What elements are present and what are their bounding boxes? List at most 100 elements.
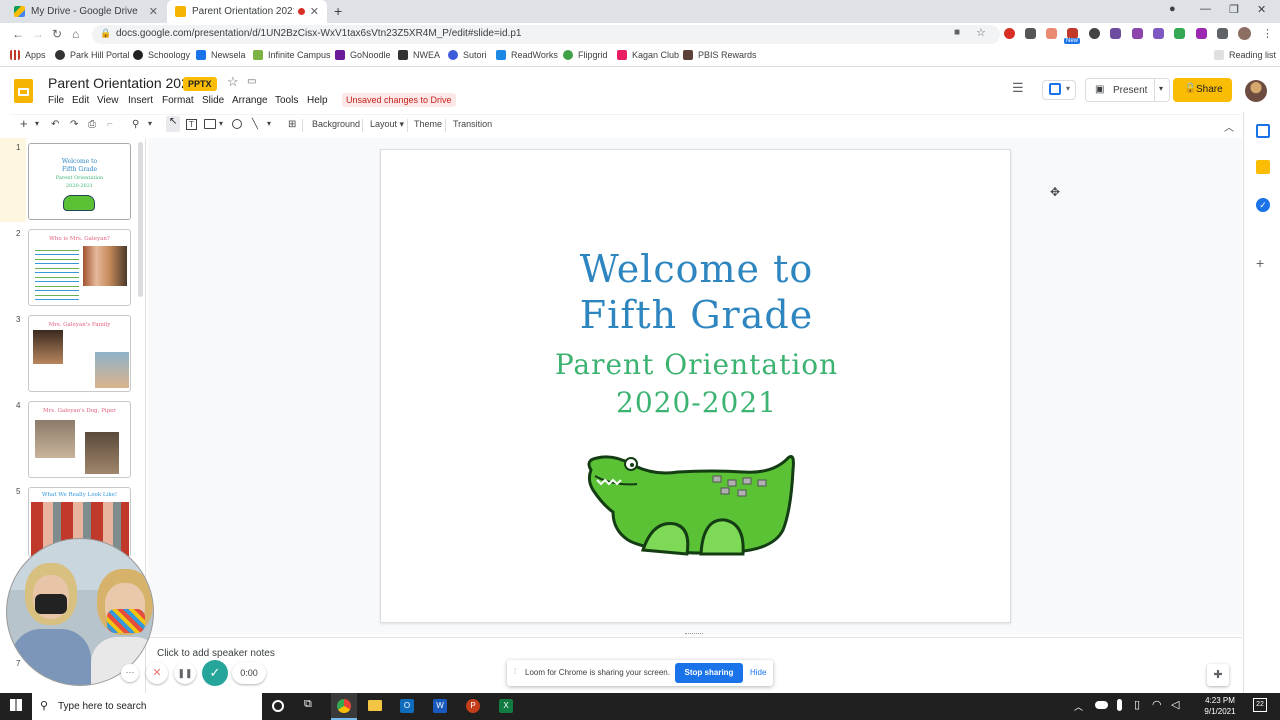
menu-help[interactable]: Help — [307, 95, 328, 106]
forward-icon[interactable]: → — [32, 27, 44, 41]
bookmark-infinite-campus[interactable]: Infinite Campus — [253, 50, 331, 60]
menu-format[interactable]: Format — [162, 95, 194, 106]
share-button[interactable]: 🔒 Share — [1173, 78, 1232, 102]
bookmark-schoology[interactable]: Schoology — [133, 50, 190, 60]
task-view-icon[interactable]: ⧉ — [304, 698, 312, 711]
microphone-icon[interactable] — [1117, 699, 1122, 711]
zoom-icon[interactable]: ⚲ — [132, 119, 139, 130]
cortana-icon[interactable] — [272, 700, 284, 712]
bookmark-nwea[interactable]: NWEA — [398, 50, 440, 60]
redo-icon[interactable]: ↷ — [70, 119, 78, 130]
extension-icon[interactable] — [1132, 28, 1143, 39]
bookmark-pbis[interactable]: PBIS Rewards — [683, 50, 757, 60]
slide-thumbnail-1[interactable]: Welcome to Fifth Grade Parent Orientatio… — [28, 143, 131, 220]
menu-tools[interactable]: Tools — [275, 95, 298, 106]
keep-icon[interactable] — [1256, 160, 1270, 174]
explore-icon[interactable]: ✚ — [1207, 664, 1229, 686]
bookmark-readworks[interactable]: ReadWorks — [496, 50, 558, 60]
volume-icon[interactable]: ◁ — [1171, 698, 1179, 711]
text-box-icon[interactable]: T — [186, 119, 197, 130]
document-title[interactable]: Parent Orientation 2021 — [48, 75, 197, 91]
extension-icon[interactable] — [1089, 28, 1100, 39]
minimize-icon[interactable]: — — [1200, 3, 1211, 15]
more-menu-icon[interactable]: ⋮ — [1262, 27, 1273, 40]
word-icon[interactable]: W — [433, 699, 447, 713]
meet-button[interactable]: ▾ — [1042, 80, 1076, 100]
slide-thumbnail-3[interactable]: Mrs. Galeyan's Family — [28, 315, 131, 392]
extension-icon[interactable] — [1110, 28, 1121, 39]
theme-button[interactable]: Theme — [414, 119, 442, 129]
bookmark-kagan[interactable]: Kagan Club — [617, 50, 679, 60]
paint-format-icon[interactable]: ⌐ — [107, 119, 113, 130]
extension-icon[interactable] — [1025, 28, 1036, 39]
bookmark-sutori[interactable]: Sutori — [448, 50, 487, 60]
stop-sharing-button[interactable]: Stop sharing — [675, 663, 743, 683]
tab-my-drive[interactable]: My Drive - Google Drive ✕ — [6, 0, 166, 23]
move-folder-icon[interactable]: ▭ — [247, 76, 256, 87]
chevron-down-icon[interactable]: ▾ — [1154, 79, 1163, 101]
tab-parent-orientation[interactable]: Parent Orientation 2021.pptx ✕ — [167, 0, 327, 23]
profile-avatar[interactable] — [1238, 27, 1251, 40]
chevron-down-icon[interactable]: ▾ — [267, 119, 271, 128]
clock[interactable]: 4:23 PM 9/1/2021 — [1196, 695, 1244, 717]
bookmark-park-hill[interactable]: Park Hill Portal — [55, 50, 130, 60]
image-icon[interactable] — [204, 119, 216, 129]
tasks-icon[interactable]: ✓ — [1256, 198, 1270, 212]
menu-view[interactable]: View — [97, 95, 119, 106]
chevron-down-icon[interactable]: ▾ — [148, 119, 152, 128]
taskbar-search-box[interactable]: ⚲ Type here to search — [32, 693, 262, 720]
notification-center-icon[interactable]: 22 — [1253, 698, 1267, 712]
loom-finish-icon[interactable]: ✓ — [202, 660, 228, 686]
windows-start-icon[interactable] — [10, 699, 22, 711]
line-icon[interactable]: ╲ — [252, 119, 258, 130]
tab-search-icon[interactable]: ● — [1169, 3, 1176, 15]
extension-icon[interactable] — [1004, 28, 1015, 39]
new-slide-icon[interactable]: + — [20, 116, 28, 131]
user-avatar[interactable] — [1245, 80, 1267, 102]
menu-insert[interactable]: Insert — [128, 95, 153, 106]
shape-icon[interactable] — [232, 119, 242, 129]
taskbar-chrome[interactable] — [331, 693, 357, 720]
file-explorer-icon[interactable] — [368, 700, 382, 711]
reload-icon[interactable]: ↻ — [52, 27, 62, 41]
reading-list[interactable]: Reading list — [1214, 50, 1276, 60]
bookmark-flipgrid[interactable]: Flipgrid — [563, 50, 608, 60]
bookmark-apps[interactable]: Apps — [10, 50, 46, 60]
layout-button[interactable]: Layout ▾ — [370, 119, 404, 130]
bookmark-gonoodle[interactable]: GoNoodle — [335, 50, 391, 60]
comments-icon[interactable]: ☰ — [1012, 80, 1024, 96]
outlook-icon[interactable]: O — [400, 699, 414, 713]
loom-cancel-icon[interactable]: ✕ — [146, 662, 168, 684]
extension-icon[interactable] — [1174, 28, 1185, 39]
close-icon[interactable]: ✕ — [149, 5, 158, 18]
alligator-image[interactable] — [583, 450, 798, 565]
filmstrip-scrollbar[interactable] — [138, 142, 143, 297]
drag-handle-icon[interactable]: ⁞ — [514, 667, 516, 676]
camera-icon[interactable]: ■ — [954, 27, 960, 38]
comment-add-icon[interactable]: ⊞ — [288, 119, 296, 130]
wifi-icon[interactable]: ◠ — [1152, 698, 1162, 711]
notes-resize-handle[interactable] — [685, 633, 703, 636]
star-icon[interactable]: ☆ — [227, 74, 239, 90]
excel-icon[interactable]: X — [499, 699, 513, 713]
chevron-down-icon[interactable]: ▾ — [219, 119, 223, 128]
loom-pause-icon[interactable]: ❚❚ — [174, 662, 196, 684]
slide-subtitle[interactable]: Parent Orientation 2020-2021 — [381, 346, 1012, 422]
extension-icon[interactable] — [1196, 28, 1207, 39]
battery-icon[interactable]: ▯ — [1134, 698, 1140, 711]
menu-arrange[interactable]: Arrange — [232, 95, 268, 106]
extension-icon[interactable] — [1046, 28, 1057, 39]
collapse-toolbar-icon[interactable]: ︿ — [1224, 119, 1234, 134]
slide-thumbnail-2[interactable]: Who is Mrs. Galeyan? — [28, 229, 131, 306]
menu-file[interactable]: File — [48, 95, 64, 106]
hide-banner-button[interactable]: Hide — [750, 668, 766, 677]
background-button[interactable]: Background — [312, 119, 360, 129]
slides-logo-icon[interactable] — [14, 79, 33, 103]
unsaved-changes-label[interactable]: Unsaved changes to Drive — [342, 93, 456, 107]
puzzle-icon[interactable] — [1217, 28, 1228, 39]
print-icon[interactable]: ⎙ — [88, 119, 96, 130]
extension-icon[interactable] — [1153, 28, 1164, 39]
bookmark-newsela[interactable]: Newsela — [196, 50, 246, 60]
loom-more-icon[interactable]: ··· — [121, 664, 139, 682]
menu-edit[interactable]: Edit — [72, 95, 89, 106]
